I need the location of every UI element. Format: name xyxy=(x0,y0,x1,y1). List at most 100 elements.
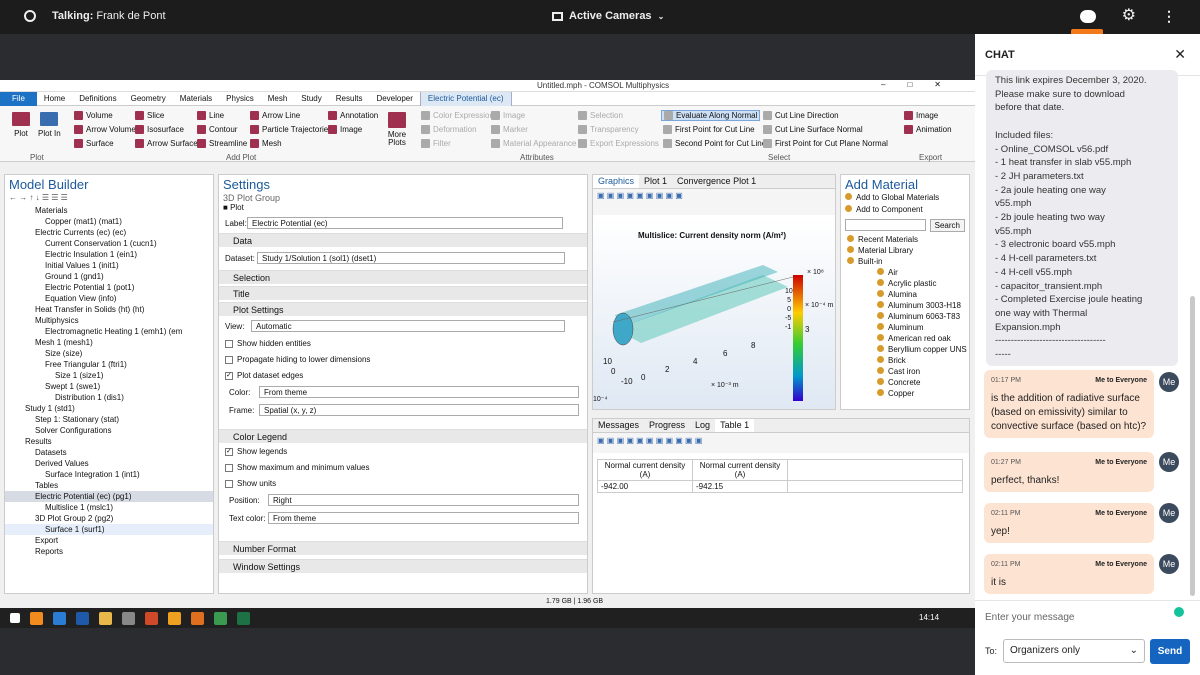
windows-start-icon[interactable] xyxy=(10,613,20,623)
section-plot-settings[interactable]: Plot Settings xyxy=(219,302,587,316)
material-item[interactable]: Acrylic plastic xyxy=(847,278,969,289)
contour-button[interactable]: Contour xyxy=(197,125,237,134)
tab-convergence-plot[interactable]: Convergence Plot 1 xyxy=(672,175,761,188)
recipient-select[interactable]: Organizers only ⌄ xyxy=(1003,639,1146,663)
app-icon-3[interactable] xyxy=(214,611,227,625)
table-row[interactable]: -942.00 -942.15 xyxy=(597,480,963,493)
propagate-checkbox[interactable] xyxy=(225,355,233,364)
app-icon-2[interactable] xyxy=(191,611,204,625)
export-animation-button[interactable]: Animation xyxy=(904,125,952,134)
tab-progress[interactable]: Progress xyxy=(644,419,690,432)
outlook-icon[interactable] xyxy=(76,611,89,625)
chat-scrollbar[interactable] xyxy=(1190,296,1195,596)
section-color-legend[interactable]: Color Legend xyxy=(219,429,587,443)
tree-item[interactable]: Solver Configurations xyxy=(5,425,213,436)
material-item[interactable]: Aluminum 3003-H18 xyxy=(847,300,969,311)
edge-icon[interactable] xyxy=(53,611,66,625)
show-maxmin-checkbox[interactable] xyxy=(225,463,233,472)
table-toolbar[interactable]: ▣ ▣ ▣ ▣ ▣ ▣ ▣ ▣ ▣ ▣ ▣ xyxy=(593,433,969,453)
menu-definitions[interactable]: Definitions xyxy=(72,92,123,106)
first-point-cut-plane-button[interactable]: First Point for Cut Plane Normal xyxy=(763,139,888,148)
tree-item[interactable]: Ground 1 (gnd1) xyxy=(5,271,213,282)
tree-item[interactable]: Size (size) xyxy=(5,348,213,359)
info-icon[interactable] xyxy=(24,10,36,22)
attr-image-button[interactable]: Image xyxy=(491,111,525,120)
show-units-row[interactable]: Show units xyxy=(219,476,587,491)
evaluate-along-normal-button[interactable]: Evaluate Along Normal xyxy=(661,110,761,121)
textcolor-select[interactable]: From theme xyxy=(268,512,579,524)
gear-icon[interactable]: ⚙ xyxy=(1122,8,1136,24)
material-item[interactable]: Copper xyxy=(847,388,969,399)
tree-item[interactable]: Free Triangular 1 (ftri1) xyxy=(5,359,213,370)
material-search-button[interactable]: Search xyxy=(929,219,965,232)
firefox-icon[interactable] xyxy=(30,611,43,625)
material-item[interactable]: Concrete xyxy=(847,377,969,388)
marker-button[interactable]: Marker xyxy=(491,125,528,134)
menu-results[interactable]: Results xyxy=(329,92,370,106)
tree-item[interactable]: Electric Insulation 1 (ein1) xyxy=(5,249,213,260)
view-select[interactable]: Automatic xyxy=(251,320,565,332)
menu-geometry[interactable]: Geometry xyxy=(124,92,173,106)
tab-graphics[interactable]: Graphics xyxy=(593,175,640,188)
material-search-input[interactable] xyxy=(845,219,926,231)
filter-button[interactable]: Filter xyxy=(421,139,451,148)
material-item[interactable]: Alumina xyxy=(847,289,969,300)
material-item[interactable]: Aluminum 6063-T83 xyxy=(847,311,969,322)
tree-item[interactable]: Mesh 1 (mesh1) xyxy=(5,337,213,348)
section-selection[interactable]: Selection xyxy=(219,270,587,284)
tree-item[interactable]: Surface Integration 1 (int1) xyxy=(5,469,213,480)
menu-developer[interactable]: Developer xyxy=(369,92,419,106)
particle-trajectories-button[interactable]: Particle Trajectories xyxy=(250,125,332,134)
tree-item[interactable]: Multislice 1 (mslc1) xyxy=(5,502,213,513)
color-expression-button[interactable]: Color Expression xyxy=(421,111,494,120)
comsol-icon[interactable] xyxy=(122,611,135,625)
image-button[interactable]: Image xyxy=(328,125,362,134)
section-window-settings[interactable]: Window Settings xyxy=(219,559,587,573)
tree-item[interactable]: Tables xyxy=(5,480,213,491)
second-point-cut-line-button[interactable]: Second Point for Cut Line xyxy=(663,139,766,148)
menu-file[interactable]: File xyxy=(0,91,37,106)
menu-electric-potential[interactable]: Electric Potential (ec) xyxy=(419,91,512,106)
material-item[interactable]: Brick xyxy=(847,355,969,366)
arrow-line-button[interactable]: Arrow Line xyxy=(250,111,300,120)
annotation-button[interactable]: Annotation xyxy=(328,111,378,120)
material-item[interactable]: Aluminum xyxy=(847,322,969,333)
tree-item[interactable]: Heat Transfer in Solids (ht) (ht) xyxy=(5,304,213,315)
excel-icon[interactable] xyxy=(237,611,250,625)
tree-item[interactable]: Reports xyxy=(5,546,213,557)
selection-button[interactable]: Selection xyxy=(578,111,623,120)
tree-item[interactable]: Electric Potential 1 (pot1) xyxy=(5,282,213,293)
tree-item[interactable]: Results xyxy=(5,436,213,447)
plot-edges-row[interactable]: ✓ Plot dataset edges xyxy=(219,368,587,383)
tree-item[interactable]: Distribution 1 (dis1) xyxy=(5,392,213,403)
cut-line-direction-button[interactable]: Cut Line Direction xyxy=(763,111,839,120)
tab-plot-1[interactable]: Plot 1 xyxy=(639,175,672,188)
tree-item[interactable]: 3D Plot Group 2 (pg2) xyxy=(5,513,213,524)
section-title[interactable]: Title xyxy=(219,286,587,300)
material-item[interactable]: Recent Materials xyxy=(847,234,969,245)
tab-log[interactable]: Log xyxy=(690,419,715,432)
chat-icon[interactable] xyxy=(1079,9,1096,23)
arrow-volume-button[interactable]: Arrow Volume xyxy=(74,125,136,134)
tree-item[interactable]: Electromagnetic Heating 1 (emh1) (em xyxy=(5,326,213,337)
tree-item[interactable]: Size 1 (size1) xyxy=(5,370,213,381)
menu-mesh[interactable]: Mesh xyxy=(261,92,295,106)
plot-in-button[interactable]: Plot In xyxy=(38,112,61,138)
material-item[interactable]: American red oak xyxy=(847,333,969,344)
frame-select[interactable]: Spatial (x, y, z) xyxy=(259,404,579,416)
label-input[interactable]: Electric Potential (ec) xyxy=(247,217,563,229)
material-appearance-button[interactable]: Material Appearance xyxy=(491,139,576,148)
active-cameras-dropdown[interactable]: Active Cameras ⌄ xyxy=(552,10,664,22)
send-button[interactable]: Send xyxy=(1150,639,1190,664)
tree-item[interactable]: Surface 1 (surf1) xyxy=(5,524,213,535)
tree-item[interactable]: Study 1 (std1) xyxy=(5,403,213,414)
streamline-button[interactable]: Streamline xyxy=(197,139,247,148)
deformation-button[interactable]: Deformation xyxy=(421,125,477,134)
section-data[interactable]: Data xyxy=(219,233,587,247)
show-hidden-checkbox[interactable] xyxy=(225,339,233,348)
add-component-button[interactable]: Add to Component xyxy=(841,205,969,217)
color-select[interactable]: From theme xyxy=(259,386,579,398)
material-item[interactable]: Beryllium copper UNS xyxy=(847,344,969,355)
tree-item[interactable]: Initial Values 1 (init1) xyxy=(5,260,213,271)
tree-item[interactable]: Derived Values xyxy=(5,458,213,469)
